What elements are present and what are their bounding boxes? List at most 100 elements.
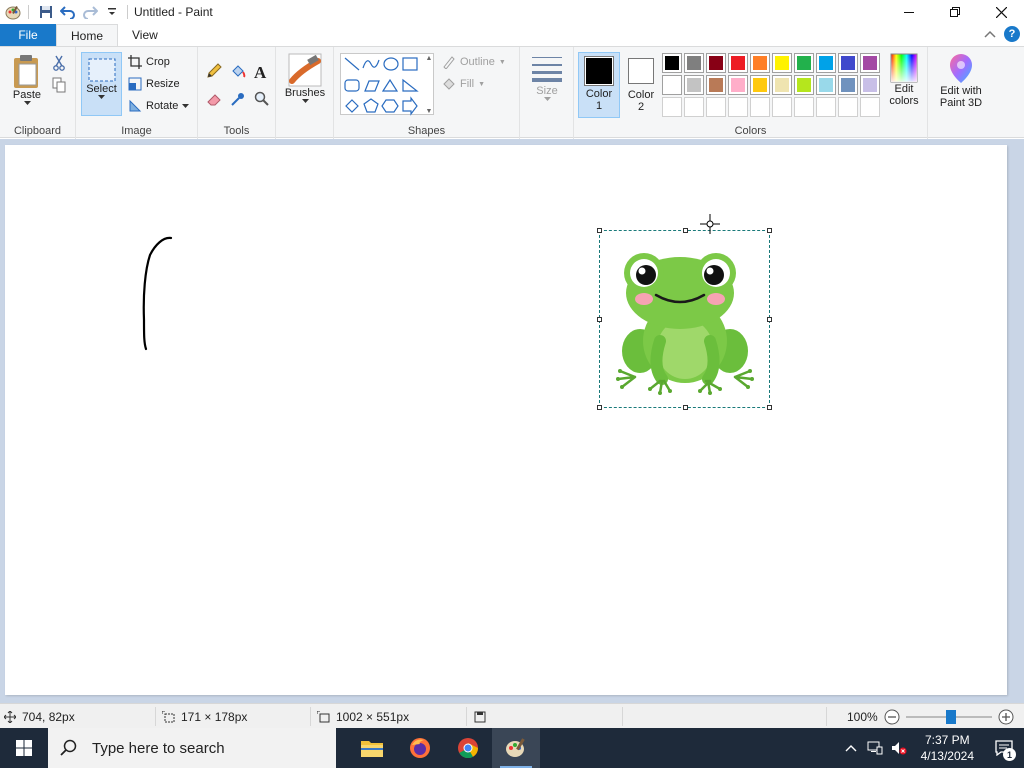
palette-color-swatch[interactable] <box>838 75 858 95</box>
palette-color-swatch[interactable] <box>816 75 836 95</box>
chrome-taskbar-button[interactable] <box>444 728 492 768</box>
palette-color-swatch[interactable] <box>706 53 726 73</box>
shapes-gallery[interactable] <box>340 53 434 116</box>
selection-box[interactable] <box>597 228 772 410</box>
palette-color-swatch[interactable] <box>816 97 836 117</box>
tab-view[interactable]: View <box>118 24 172 46</box>
zoom-in-icon[interactable] <box>998 709 1014 725</box>
brushes-button[interactable]: Brushes <box>282 53 328 103</box>
magnifier-tool[interactable] <box>254 91 270 107</box>
palette-color-swatch[interactable] <box>860 75 880 95</box>
rotate-button[interactable]: Rotate <box>128 99 190 113</box>
zoom-out-icon[interactable] <box>884 709 900 725</box>
resize-handle-s[interactable] <box>683 405 688 410</box>
brushes-group: Brushes <box>276 47 334 139</box>
pencil-icon <box>207 63 222 78</box>
paste-button[interactable]: Paste <box>6 53 48 105</box>
fill-button[interactable]: Fill ▼ <box>442 77 485 91</box>
palette-color-swatch[interactable] <box>684 97 704 117</box>
minimize-button[interactable] <box>886 0 932 24</box>
palette-color-swatch[interactable] <box>684 75 704 95</box>
scroll-down-icon[interactable]: ▼ <box>426 108 433 115</box>
fill-tool[interactable] <box>230 63 246 79</box>
palette-color-swatch[interactable] <box>728 97 748 117</box>
action-center-button[interactable]: 1 <box>984 728 1024 768</box>
palette-color-swatch[interactable] <box>728 53 748 73</box>
color-picker-tool[interactable] <box>230 91 246 107</box>
palette-color-swatch[interactable] <box>684 53 704 73</box>
eraser-tool[interactable] <box>206 91 222 107</box>
outline-button[interactable]: Outline ▼ <box>442 55 506 69</box>
paint-taskbar-button[interactable] <box>492 728 540 768</box>
palette-color-swatch[interactable] <box>772 75 792 95</box>
scroll-up-icon[interactable]: ▲ <box>426 55 433 62</box>
text-tool[interactable]: A <box>254 63 266 83</box>
resize-handle-nw[interactable] <box>597 228 602 233</box>
maximize-button[interactable] <box>932 0 978 24</box>
palette-color-swatch[interactable] <box>794 53 814 73</box>
resize-button[interactable]: Resize <box>128 77 180 91</box>
palette-color-swatch[interactable] <box>750 75 770 95</box>
help-icon[interactable]: ? <box>1004 26 1020 42</box>
color1-button[interactable]: Color 1 <box>578 52 620 118</box>
palette-color-swatch[interactable] <box>662 97 682 117</box>
palette-color-swatch[interactable] <box>860 97 880 117</box>
selection-size-text: 171 × 178px <box>181 709 248 724</box>
zoom-slider-thumb[interactable] <box>945 709 956 724</box>
copy-button[interactable] <box>52 77 66 93</box>
resize-handle-ne[interactable] <box>767 228 772 233</box>
palette-color-swatch[interactable] <box>772 53 792 73</box>
palette-color-swatch[interactable] <box>706 97 726 117</box>
taskbar-search[interactable]: Type here to search <box>48 728 336 768</box>
volume-button[interactable] <box>887 741 911 755</box>
zoom-slider[interactable] <box>905 709 992 725</box>
palette-color-swatch[interactable] <box>662 75 682 95</box>
drawing-canvas[interactable] <box>5 145 1007 695</box>
show-hidden-icons-button[interactable] <box>839 744 863 752</box>
chevron-up-icon <box>845 745 857 752</box>
palette-color-swatch[interactable] <box>772 97 792 117</box>
network-button[interactable] <box>863 741 887 755</box>
palette-color-swatch[interactable] <box>706 75 726 95</box>
palette-color-swatch[interactable] <box>750 97 770 117</box>
chevron-down-icon <box>301 99 309 103</box>
color2-button[interactable]: Color 2 <box>622 52 660 118</box>
customize-qat-icon[interactable] <box>101 1 123 23</box>
close-button[interactable] <box>978 0 1024 24</box>
select-button[interactable]: Select <box>81 52 122 116</box>
save-icon[interactable] <box>35 1 57 23</box>
system-tray: 7:37 PM 4/13/2024 1 <box>839 728 1024 768</box>
shapes-scroll[interactable]: ▲ ▼ <box>424 55 434 115</box>
edit-colors-button[interactable]: Edit colors <box>884 53 924 107</box>
palette-color-swatch[interactable] <box>816 53 836 73</box>
palette-color-swatch[interactable] <box>860 53 880 73</box>
palette-color-swatch[interactable] <box>662 53 682 73</box>
paint-app-icon[interactable] <box>2 1 24 23</box>
window-controls <box>886 0 1024 24</box>
resize-handle-se[interactable] <box>767 405 772 410</box>
start-button[interactable] <box>0 728 48 768</box>
resize-handle-n[interactable] <box>683 228 688 233</box>
crop-button[interactable]: Crop <box>128 55 170 69</box>
palette-color-swatch[interactable] <box>728 75 748 95</box>
tab-file[interactable]: File <box>0 24 56 46</box>
firefox-taskbar-button[interactable] <box>396 728 444 768</box>
palette-color-swatch[interactable] <box>838 97 858 117</box>
tab-home[interactable]: Home <box>56 24 119 46</box>
resize-handle-e[interactable] <box>767 317 772 322</box>
resize-handle-sw[interactable] <box>597 405 602 410</box>
file-explorer-taskbar-button[interactable] <box>348 728 396 768</box>
pencil-tool[interactable] <box>206 63 222 79</box>
palette-color-swatch[interactable] <box>794 75 814 95</box>
palette-color-swatch[interactable] <box>838 53 858 73</box>
cut-button[interactable] <box>52 55 66 71</box>
edit-with-paint3d-button[interactable]: Edit with Paint 3D <box>932 53 990 109</box>
size-button[interactable]: Size <box>527 53 567 101</box>
palette-color-swatch[interactable] <box>794 97 814 117</box>
undo-icon[interactable] <box>57 1 79 23</box>
redo-icon[interactable] <box>79 1 101 23</box>
resize-handle-w[interactable] <box>597 317 602 322</box>
clock[interactable]: 7:37 PM 4/13/2024 <box>911 732 984 764</box>
collapse-ribbon-icon[interactable] <box>984 27 996 41</box>
palette-color-swatch[interactable] <box>750 53 770 73</box>
